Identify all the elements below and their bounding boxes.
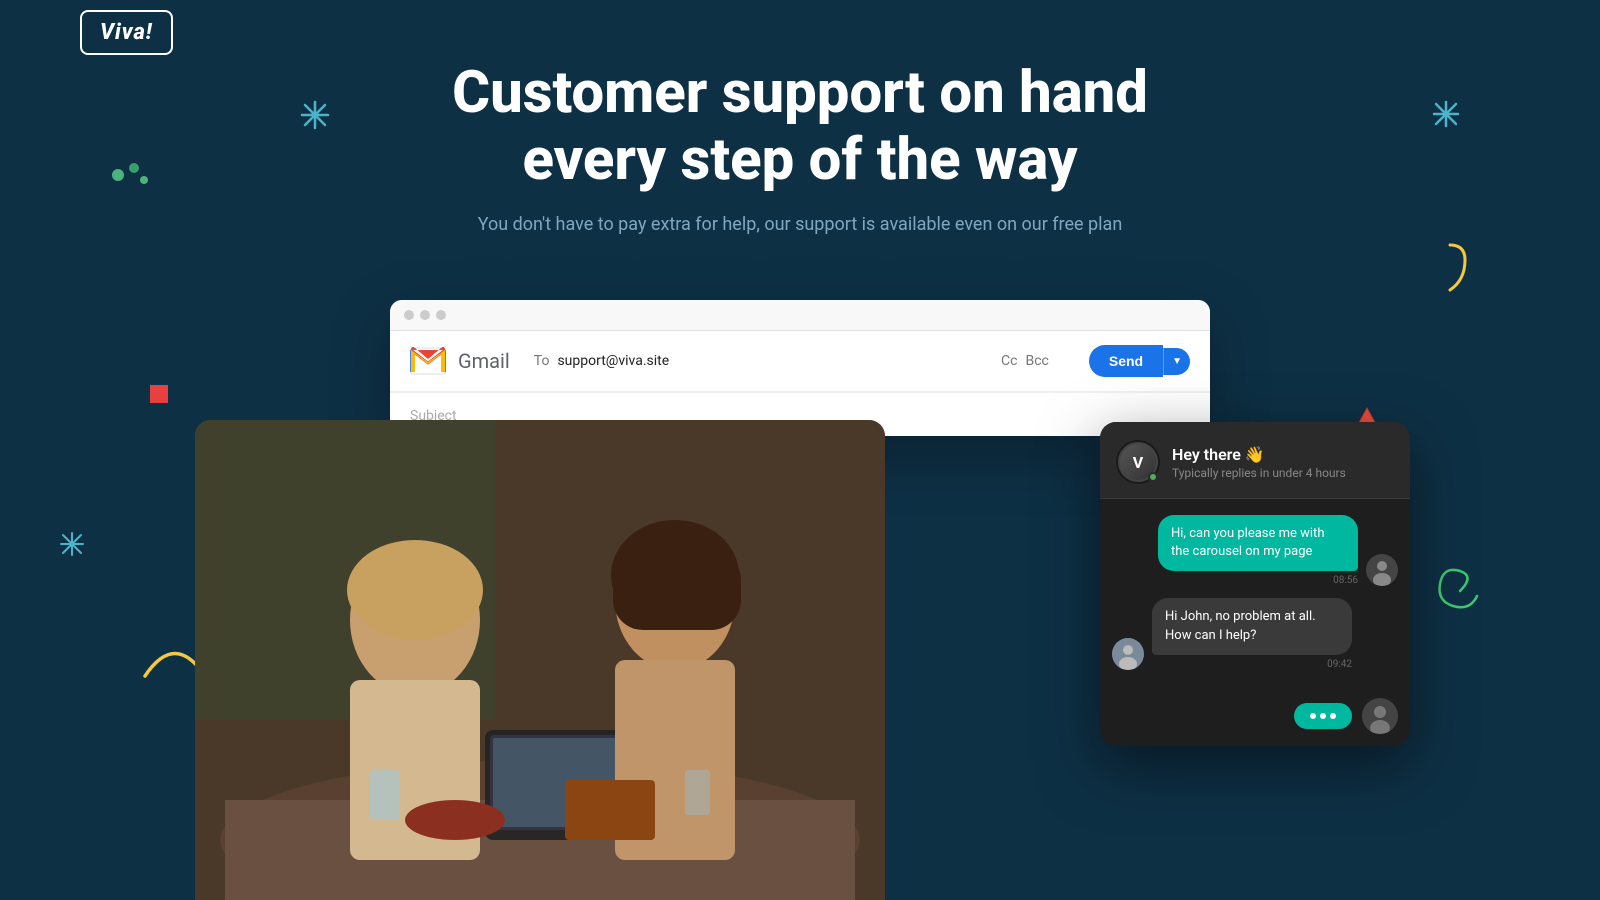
star-decoration-bottom-left: [60, 532, 84, 560]
gmail-brand-label: Gmail: [458, 349, 510, 373]
gmail-to-email: support@viva.site: [557, 353, 993, 369]
chat-agent-name: Hey there 👋: [1172, 445, 1346, 464]
square-icon: [150, 385, 170, 405]
spiral-decoration: [1435, 566, 1485, 620]
agent-message-group: Hi John, no problem at all. How can I he…: [1152, 598, 1352, 669]
agent-message-bubble: Hi John, no problem at all. How can I he…: [1152, 598, 1352, 654]
user-message-row: Hi, can you please me with the carousel …: [1112, 515, 1398, 586]
window-dots: [390, 300, 1210, 331]
agent-message-row: Hi John, no problem at all. How can I he…: [1112, 598, 1398, 669]
spiral-icon: [1435, 566, 1485, 616]
support-avatar-icon: [1112, 638, 1144, 670]
chat-header: V Hey there 👋 Typically replies in under…: [1100, 422, 1410, 499]
agent-message-time: 09:42: [1152, 659, 1352, 670]
window-dot-1: [404, 310, 414, 320]
user-message-group: Hi, can you please me with the carousel …: [1158, 515, 1358, 586]
user-footer-avatar-icon: [1362, 698, 1398, 734]
gmail-send-button-group[interactable]: Send ▼: [1089, 345, 1190, 377]
typing-dot-2: [1320, 713, 1326, 719]
red-square-decoration: [150, 385, 170, 409]
typing-indicator: [1294, 703, 1352, 729]
online-status-dot: [1148, 472, 1158, 482]
gmail-card: Gmail To support@viva.site Cc Bcc Send ▼…: [390, 300, 1210, 436]
gmail-send-dropdown[interactable]: ▼: [1163, 348, 1190, 375]
chat-agent-status: Typically replies in under 4 hours: [1172, 466, 1346, 480]
chat-widget: V Hey there 👋 Typically replies in under…: [1100, 422, 1410, 746]
hook-icon: [1430, 240, 1470, 300]
gmail-m-icon: [410, 347, 446, 375]
hero-section: Customer support on hand every step of t…: [0, 60, 1600, 238]
logo-text: Viva!: [100, 20, 153, 45]
window-dot-2: [420, 310, 430, 320]
typing-dot-3: [1330, 713, 1336, 719]
user-avatar: [1366, 554, 1398, 586]
hero-subtitle: You don't have to pay extra for help, ou…: [0, 211, 1600, 238]
gmail-bcc-label: Bcc: [1025, 353, 1048, 369]
logo: Viva!: [80, 10, 173, 55]
gmail-cc-label: Cc: [1001, 353, 1017, 369]
chat-footer: [1100, 686, 1410, 746]
gmail-send-button[interactable]: Send: [1089, 345, 1163, 377]
agent-avatar: V: [1116, 440, 1160, 484]
user-message-bubble: Hi, can you please me with the carousel …: [1158, 515, 1358, 571]
photo-section: [195, 420, 885, 900]
gmail-to-area: To support@viva.site Cc Bcc Send ▼: [534, 345, 1190, 377]
hero-title: Customer support on hand every step of t…: [450, 60, 1150, 193]
gmail-to-label: To: [534, 353, 550, 369]
asterisk-icon-3: [60, 532, 84, 556]
background-scene: [195, 420, 885, 900]
scene-illustration: [195, 420, 885, 900]
support-avatar: [1112, 638, 1144, 670]
user-avatar-icon: [1366, 554, 1398, 586]
window-dot-3: [436, 310, 446, 320]
user-message-time: 08:56: [1158, 575, 1358, 586]
typing-dot-1: [1310, 713, 1316, 719]
hook-decoration: [1430, 240, 1470, 304]
gmail-brand-row: Gmail To support@viva.site Cc Bcc Send ▼: [390, 331, 1210, 392]
gmail-logo: Gmail: [410, 347, 510, 375]
chat-body: Hi, can you please me with the carousel …: [1100, 499, 1410, 686]
chat-header-text: Hey there 👋 Typically replies in under 4…: [1172, 445, 1346, 480]
user-avatar-footer: [1362, 698, 1398, 734]
